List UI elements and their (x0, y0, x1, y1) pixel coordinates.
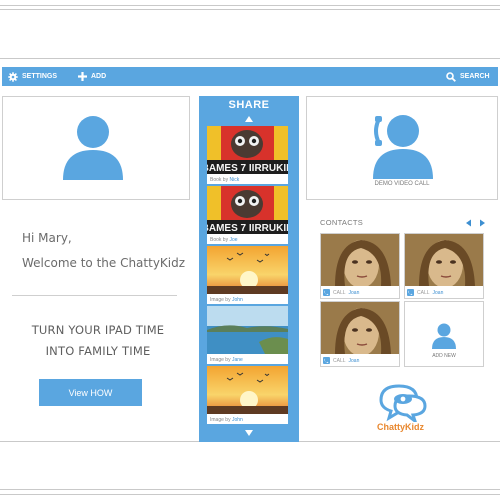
contacts-next-arrow-icon[interactable] (478, 219, 486, 227)
contact-card[interactable]: CALL Joan (320, 301, 400, 367)
demo-video-call-label: DEMO VIDEO CALL (374, 181, 430, 187)
frame-line-top-1 (0, 5, 500, 6)
call-action[interactable]: CALL Joan (323, 357, 359, 364)
book-cover-image: BAMES 7 IIRRUKIR (207, 126, 288, 174)
share-item[interactable]: BAMES 7 IIRRUKIR Book by Nick (207, 126, 288, 184)
scroll-up-arrow-icon[interactable] (244, 115, 254, 123)
chattykidz-logo-icon (379, 384, 427, 422)
frame-line-bottom-3 (0, 494, 500, 495)
contact-photo-image (321, 234, 399, 286)
gear-icon (8, 71, 18, 82)
add-new-label: ADD NEW (432, 353, 456, 359)
search-icon (446, 71, 456, 82)
brand-name: ChattyKidz (377, 422, 424, 432)
add-user-icon (432, 323, 456, 349)
call-action[interactable]: CALL Joan (323, 289, 359, 296)
share-caption: Image by Jane (210, 357, 243, 363)
contact-photo-image (321, 302, 399, 354)
tagline-line-1: TURN YOUR IPAD TIME (31, 323, 165, 337)
contacts-prev-arrow-icon[interactable] (465, 219, 473, 227)
add-new-contact-card[interactable]: ADD NEW (404, 301, 484, 367)
share-item[interactable]: Image by John (207, 366, 288, 424)
view-how-button[interactable]: View HOW (39, 379, 142, 406)
search-label: SEARCH (460, 73, 490, 80)
share-title: SHARE (228, 99, 270, 111)
greeting-text: Hi Mary, (22, 231, 72, 245)
left-divider (12, 295, 177, 296)
top-toolbar: SETTINGS ADD SEARCH (2, 67, 498, 86)
phone-icon (323, 357, 330, 364)
contact-photo-image (405, 234, 483, 286)
share-caption: Book by Nick (210, 177, 240, 183)
video-call-avatar-icon (373, 115, 433, 179)
sunset-photo-image (207, 246, 288, 294)
phone-icon (407, 289, 414, 296)
share-caption: Image by John (210, 417, 243, 423)
svg-text:BAMES 7 IIRRUKIR: BAMES 7 IIRRUKIR (207, 223, 288, 234)
settings-label: SETTINGS (22, 73, 58, 80)
add-label: ADD (91, 73, 107, 80)
svg-text:BAMES 7 IIRRUKIR: BAMES 7 IIRRUKIR (207, 163, 288, 174)
phone-icon (323, 289, 330, 296)
plus-icon (78, 72, 87, 81)
user-avatar-panel (2, 96, 190, 200)
share-caption: Image by John (210, 297, 243, 303)
call-action[interactable]: CALL Joan (407, 289, 443, 296)
contact-card[interactable]: CALL Joan (404, 233, 484, 299)
contact-card[interactable]: CALL Joan (320, 233, 400, 299)
tagline-line-2: INTO FAMILY TIME (45, 344, 151, 358)
frame-line-top-2 (0, 9, 500, 10)
share-caption: Book by Joe (210, 237, 238, 243)
user-avatar-icon (63, 116, 123, 180)
welcome-text: Welcome to the ChattyKidz (22, 256, 186, 270)
scroll-down-arrow-icon[interactable] (244, 429, 254, 437)
share-item[interactable]: Image by Jane (207, 306, 288, 364)
sunset-photo-image (207, 366, 288, 414)
frame-line-bottom-2 (0, 489, 500, 490)
share-item[interactable]: Image by John (207, 246, 288, 304)
search-button[interactable]: SEARCH (446, 67, 490, 86)
add-button[interactable]: ADD (78, 67, 106, 86)
settings-button[interactable]: SETTINGS (8, 67, 57, 86)
contacts-label: CONTACTS (320, 218, 364, 227)
frame-line-top-3 (0, 58, 500, 59)
share-item[interactable]: BAMES 7 IIRRUKIR Book by Joe (207, 186, 288, 244)
share-panel: SHARE BAMES 7 IIRRUKIR Book by Nick BAME… (199, 96, 299, 442)
book-cover-image: BAMES 7 IIRRUKIR (207, 186, 288, 234)
lake-photo-image (207, 306, 288, 354)
